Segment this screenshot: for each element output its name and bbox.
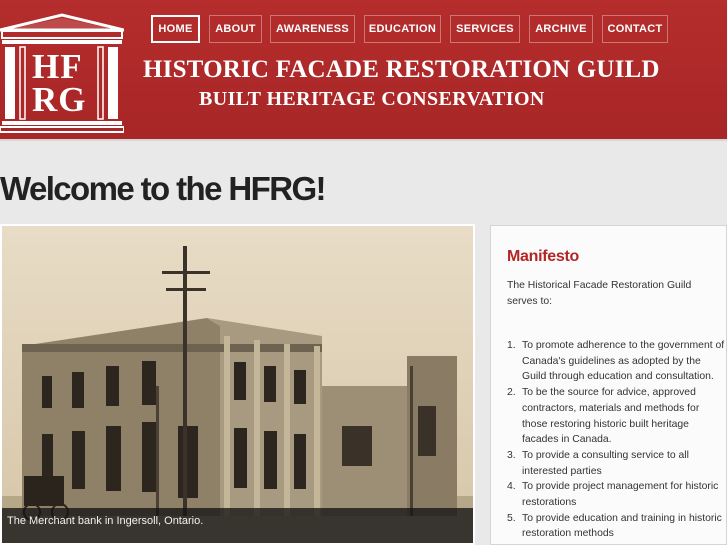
photo-caption: The Merchant bank in Ingersoll, Ontario. bbox=[7, 515, 204, 527]
nav-archive[interactable]: ARCHIVE bbox=[529, 15, 593, 43]
list-item: 3. To provide a consulting service to all… bbox=[507, 449, 689, 477]
nav-education[interactable]: EDUCATION bbox=[364, 15, 441, 43]
header-divider bbox=[0, 139, 727, 141]
manifesto-item-text: To be the source for advice, approved co… bbox=[522, 387, 700, 446]
nav-services[interactable]: SERVICES bbox=[450, 15, 520, 43]
guild-subtitle: BUILT HERITAGE CONSERVATION bbox=[199, 88, 545, 110]
guild-title: HISTORIC FACADE RESTORATION GUILD bbox=[143, 56, 660, 83]
manifesto-item-text: To provide education and training in his… bbox=[522, 512, 722, 540]
logo-text-line1: HF bbox=[32, 47, 83, 86]
nav-contact[interactable]: CONTACT bbox=[602, 15, 668, 43]
manifesto-item-text: To provide project management for histor… bbox=[522, 481, 719, 509]
manifesto-item-text: To promote adherence to the government o… bbox=[522, 340, 725, 383]
nav-about[interactable]: ABOUT bbox=[209, 15, 262, 43]
list-item: 4. To provide project management for hist… bbox=[507, 481, 719, 509]
merchant-bank-photo bbox=[2, 226, 473, 543]
manifesto-intro: The Historical Facade Restoration Guild … bbox=[507, 280, 692, 307]
manifesto-list: 1. To promote adherence to the government… bbox=[507, 338, 727, 542]
list-item: 5. To provide education and training in h… bbox=[507, 512, 722, 540]
logo-text-line2: RG bbox=[32, 80, 87, 119]
manifesto-sidebar: Manifesto The Historical Facade Restorat… bbox=[490, 225, 727, 545]
list-item: 1. To promote adherence to the government… bbox=[507, 340, 725, 383]
page-title: Welcome to the HFRG! bbox=[0, 170, 327, 207]
featured-photo: The Merchant bank in Ingersoll, Ontario. bbox=[0, 224, 475, 545]
manifesto-title: Manifesto bbox=[507, 248, 579, 265]
manifesto-item-text: To provide a consulting service to all i… bbox=[522, 449, 689, 477]
site-header: HF RG HISTORIC FACADE RESTORATION GUILD … bbox=[0, 0, 727, 141]
nav-awareness[interactable]: AWARENESS bbox=[270, 15, 355, 43]
hfrg-logo[interactable]: HF RG bbox=[0, 13, 125, 136]
nav-home[interactable]: HOME bbox=[151, 15, 200, 43]
photo-caption-bar: The Merchant bank in Ingersoll, Ontario. bbox=[2, 508, 473, 543]
list-item: 2. To be the source for advice, approved … bbox=[507, 387, 700, 446]
